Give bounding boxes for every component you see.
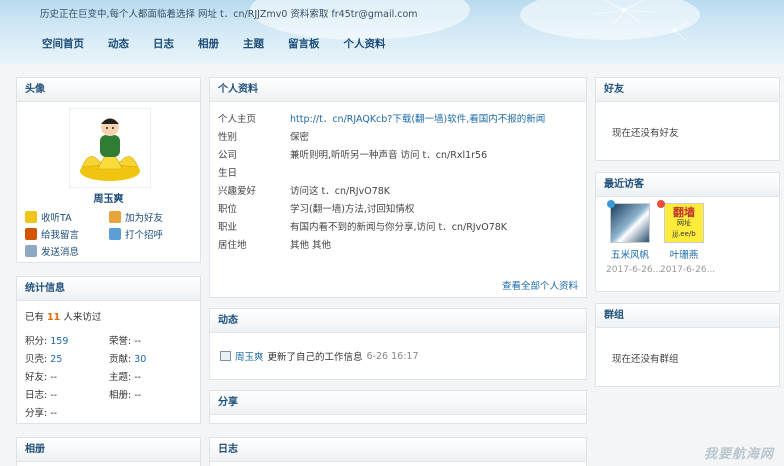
nav-home[interactable]: 空间首页 bbox=[30, 36, 96, 51]
profile-row-interests: 兴趣爱好 访问这 t．cn/RJvO78K bbox=[218, 186, 391, 197]
panel-title: 群组 bbox=[596, 304, 779, 328]
nav-topic[interactable]: 主题 bbox=[231, 36, 276, 51]
stat-row: 贡献: 30 bbox=[109, 354, 147, 365]
pencil-icon bbox=[25, 228, 37, 240]
add-friend-icon bbox=[109, 211, 121, 223]
greet-icon bbox=[109, 228, 121, 240]
profile-row-homepage: 个人主页 http://t．cn/RJAQKcb?下载(翻一墙)软件,看国内不报的… bbox=[218, 114, 546, 125]
avatar-panel: 头像 周玉爽 收听TA 加为好友 给我留言 打个招呼 发送消息 bbox=[16, 77, 201, 263]
profile-row-residence: 居住地 其他 其他 bbox=[218, 240, 332, 251]
panel-title: 好友 bbox=[596, 78, 779, 102]
panel-title: 统计信息 bbox=[17, 277, 200, 301]
stat-row: 分享: -- bbox=[25, 408, 58, 419]
dandelion-decoration bbox=[595, 0, 690, 41]
album-panel: 相册 bbox=[16, 437, 201, 466]
remove-badge-icon[interactable] bbox=[657, 200, 665, 208]
lotus-avatar-icon bbox=[80, 118, 140, 181]
share-panel: 分享 bbox=[209, 390, 587, 424]
nav-album[interactable]: 相册 bbox=[186, 36, 231, 51]
online-badge-icon bbox=[607, 200, 615, 208]
nav-blog[interactable]: 日志 bbox=[141, 36, 186, 51]
groups-empty-text: 现在还没有群组 bbox=[612, 354, 679, 365]
watermark: 我要航海网 bbox=[703, 447, 774, 462]
friends-empty-text: 现在还没有好友 bbox=[612, 128, 679, 139]
profile-row-gender: 性别 保密 bbox=[218, 132, 310, 143]
user-name[interactable]: 周玉爽 bbox=[17, 190, 200, 205]
stat-row: 荣誉: -- bbox=[109, 336, 142, 347]
page-header: 历史正在巨变中,每个人都面临着选择 网址 t．cn/RJJZmv0 资料索取 f… bbox=[0, 0, 784, 64]
nav-guestbook[interactable]: 留言板 bbox=[276, 36, 332, 51]
main-nav: 空间首页 动态 日志 相册 主题 留言板 个人资料 bbox=[30, 36, 398, 51]
feed-panel: 动态 周玉爽 更新了自己的工作信息 6-26 16:17 bbox=[209, 308, 587, 380]
profile-row-company: 公司 兼听则明,听听另一种声音 访问 t．cn/Rxl1r56 bbox=[218, 150, 488, 161]
nav-feed[interactable]: 动态 bbox=[96, 36, 141, 51]
leave-message-button[interactable]: 给我留言 bbox=[25, 227, 79, 241]
stat-row: 日志: -- bbox=[25, 390, 58, 401]
follow-button[interactable]: 收听TA bbox=[25, 210, 72, 224]
profile-card-icon bbox=[220, 351, 231, 361]
visitors-panel: 最近访客 五米风帆 2017-6-26... 翻墙 网址 jjj.ee/b 叶珊… bbox=[595, 172, 780, 292]
stat-row: 好友: -- bbox=[25, 372, 58, 383]
greet-button[interactable]: 打个招呼 bbox=[109, 227, 163, 241]
panel-title: 相册 bbox=[17, 438, 200, 462]
stat-row: 主题: -- bbox=[109, 372, 142, 383]
follow-icon bbox=[25, 211, 37, 223]
panel-title: 头像 bbox=[17, 78, 200, 102]
avatar[interactable] bbox=[69, 108, 151, 188]
nav-profile[interactable]: 个人资料 bbox=[332, 36, 398, 51]
stat-row: 积分: 159 bbox=[25, 336, 69, 347]
profile-row-position: 职位 学习(翻一墙)方法,讨回知情权 bbox=[218, 204, 415, 215]
profile-row-birthday: 生日 bbox=[218, 168, 238, 179]
panel-title: 日志 bbox=[210, 438, 586, 462]
panel-title: 动态 bbox=[210, 309, 586, 333]
profile-panel: 个人资料 个人主页 http://t．cn/RJAQKcb?下载(翻一墙)软件,看… bbox=[209, 77, 587, 298]
profile-row-occupation: 职业 有国内看不到的新闻与你分享,访问 t．cn/RJvO78K bbox=[218, 222, 508, 233]
visitor-item[interactable]: 五米风帆 2017-6-26... bbox=[606, 200, 661, 275]
blog-panel: 日志 bbox=[209, 437, 587, 466]
friends-panel: 好友 现在还没有好友 bbox=[595, 77, 780, 161]
panel-title: 分享 bbox=[210, 391, 586, 415]
view-full-profile-link[interactable]: 查看全部个人资料 bbox=[502, 278, 578, 292]
panel-title: 最近访客 bbox=[596, 173, 779, 197]
panel-title: 个人资料 bbox=[210, 78, 586, 102]
add-friend-button[interactable]: 加为好友 bbox=[109, 210, 163, 224]
stat-row: 贝壳: 25 bbox=[25, 354, 63, 365]
visitor-avatar[interactable]: 翻墙 网址 jjj.ee/b bbox=[657, 200, 704, 243]
visitor-item[interactable]: 翻墙 网址 jjj.ee/b 叶珊燕 2017-6-26... bbox=[657, 200, 715, 275]
stats-panel: 统计信息 已有 11 人来访过 积分: 159 荣誉: -- 贝壳: 25 贡献… bbox=[16, 276, 201, 424]
send-message-button[interactable]: 发送消息 bbox=[25, 244, 79, 258]
groups-panel: 群组 现在还没有群组 bbox=[595, 303, 780, 387]
visit-count: 已有 11 人来访过 bbox=[25, 312, 102, 323]
envelope-icon bbox=[25, 245, 37, 257]
visitor-avatar[interactable] bbox=[607, 200, 650, 243]
homepage-link[interactable]: http://t．cn/RJAQKcb?下载(翻一墙)软件,看国内不报的新闻 bbox=[290, 114, 545, 125]
stat-row: 相册: -- bbox=[109, 390, 142, 401]
feed-item: 周玉爽 更新了自己的工作信息 6-26 16:17 bbox=[220, 349, 419, 363]
feed-user-link[interactable]: 周玉爽 bbox=[235, 349, 264, 363]
header-announcement: 历史正在巨变中,每个人都面临着选择 网址 t．cn/RJJZmv0 资料索取 f… bbox=[40, 9, 418, 20]
